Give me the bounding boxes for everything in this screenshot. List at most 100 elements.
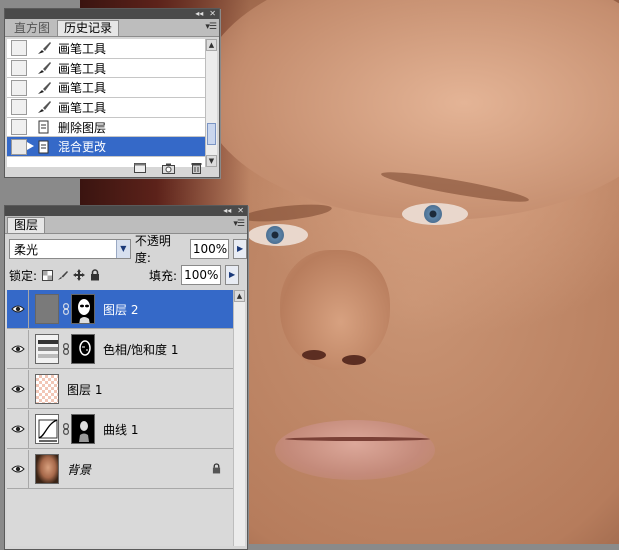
collapse-icon[interactable]: ◂◂ xyxy=(223,207,231,215)
layers-scrollbar[interactable]: ▲ xyxy=(233,290,245,546)
lock-move-icon[interactable] xyxy=(73,269,86,281)
panel-tabs: 图层 ▾☰ xyxy=(5,216,247,234)
blend-mode-value: 柔光 xyxy=(14,242,39,257)
opacity-slider-arrow-icon[interactable]: ▶ xyxy=(233,239,247,259)
history-state-item[interactable]: 画笔工具 xyxy=(7,98,207,118)
layer-mask-thumbnail[interactable] xyxy=(71,414,95,444)
history-brush-source-checkbox[interactable] xyxy=(11,99,27,116)
scroll-up-icon[interactable]: ▲ xyxy=(206,39,217,51)
history-state-label: 混合更改 xyxy=(58,140,107,155)
layers-list: 图层 2 色相/饱和度 1 图层 1 曲线 1 背景 xyxy=(7,289,233,546)
new-document-from-state-icon[interactable] xyxy=(133,162,147,174)
panel-tabs: 直方图 历史记录 ▾☰ xyxy=(5,19,219,37)
visibility-eye-icon[interactable] xyxy=(7,449,29,489)
opacity-input[interactable]: 100% xyxy=(189,239,230,259)
photo-lips xyxy=(275,420,435,480)
link-chain-icon[interactable] xyxy=(61,423,71,435)
layer-row-background[interactable]: 背景 xyxy=(7,449,233,489)
fill-label: 填充: xyxy=(149,268,178,283)
layer-name: 背景 xyxy=(67,462,92,477)
history-state-label: 删除图层 xyxy=(58,120,107,135)
hue-saturation-adjustment-icon[interactable] xyxy=(35,334,59,364)
photo-mouth-line xyxy=(285,437,430,441)
lock-brush-icon[interactable] xyxy=(57,269,69,281)
visibility-eye-icon[interactable] xyxy=(7,409,29,449)
lock-fill-row: 锁定: 填充: 100% ▶ xyxy=(9,265,240,285)
history-brush-source-checkbox[interactable] xyxy=(11,138,27,155)
scroll-up-icon[interactable]: ▲ xyxy=(234,290,245,302)
photo-nostril xyxy=(302,350,326,360)
history-state-item[interactable]: 画笔工具 xyxy=(7,39,207,59)
brush-icon xyxy=(35,40,53,56)
history-state-label: 画笔工具 xyxy=(58,100,107,115)
photo-nose xyxy=(280,250,390,370)
blend-mode-select[interactable]: 柔光 ▼ xyxy=(9,239,131,259)
lock-transparent-icon[interactable] xyxy=(41,269,53,281)
layer-name: 色相/饱和度 1 xyxy=(103,342,179,357)
layers-panel: ◂◂ ✕ 图层 ▾☰ 柔光 ▼ 不透明度: 100% ▶ 锁定: 填充: 100… xyxy=(4,205,248,550)
layer-name: 图层 2 xyxy=(103,302,139,317)
photo-nostril xyxy=(342,355,366,365)
layer-mask-thumbnail[interactable] xyxy=(71,334,95,364)
link-chain-icon[interactable] xyxy=(61,343,71,355)
brush-icon xyxy=(35,99,53,115)
layer-row[interactable]: 图层 1 xyxy=(7,369,233,409)
history-footer xyxy=(133,162,203,174)
chevron-down-icon[interactable]: ▼ xyxy=(115,240,130,258)
visibility-eye-icon[interactable] xyxy=(7,289,29,329)
visibility-eye-icon[interactable] xyxy=(7,329,29,369)
opacity-label: 不透明度: xyxy=(134,234,171,265)
blend-opacity-row: 柔光 ▼ 不透明度: 100% ▶ xyxy=(9,234,247,265)
panel-menu-icon[interactable]: ▾☰ xyxy=(205,22,217,32)
layer-row[interactable]: 色相/饱和度 1 xyxy=(7,329,233,369)
layer-row-selected[interactable]: 图层 2 xyxy=(7,289,233,329)
history-state-label: 画笔工具 xyxy=(58,81,107,96)
layer-thumbnail[interactable] xyxy=(35,454,59,484)
photo-left-eye xyxy=(248,224,308,246)
trash-icon[interactable] xyxy=(189,162,203,174)
lock-label: 锁定: xyxy=(9,268,38,283)
scroll-down-icon[interactable]: ▼ xyxy=(206,155,217,167)
history-state-label: 画笔工具 xyxy=(58,61,107,76)
history-state-item[interactable]: 删除图层 xyxy=(7,118,207,138)
history-state-item[interactable]: 画笔工具 xyxy=(7,78,207,99)
close-panel-icon[interactable]: ✕ xyxy=(209,10,216,18)
history-brush-source-checkbox[interactable] xyxy=(11,60,27,77)
photo-right-eye xyxy=(402,203,468,225)
layer-thumbnail[interactable] xyxy=(35,294,59,324)
link-chain-icon[interactable] xyxy=(61,303,71,315)
history-brush-source-checkbox[interactable] xyxy=(11,79,27,96)
visibility-eye-icon[interactable] xyxy=(7,369,29,409)
history-brush-source-checkbox[interactable] xyxy=(11,40,27,57)
history-brush-source-checkbox[interactable] xyxy=(11,119,27,136)
brush-icon xyxy=(35,80,53,96)
curves-adjustment-icon[interactable] xyxy=(35,414,59,444)
history-state-marker-icon xyxy=(27,142,34,151)
layer-mask-thumbnail[interactable] xyxy=(71,294,95,324)
history-scrollbar[interactable]: ▲ ▼ xyxy=(205,39,217,167)
history-state-item-selected[interactable]: 混合更改 xyxy=(7,137,207,158)
collapse-icon[interactable]: ◂◂ xyxy=(195,10,203,18)
fill-input[interactable]: 100% xyxy=(181,265,222,285)
panel-titlebar[interactable]: ◂◂ ✕ xyxy=(5,9,219,19)
photo-forehead xyxy=(200,0,619,220)
history-state-item[interactable]: 画笔工具 xyxy=(7,59,207,79)
photo-left-brow xyxy=(241,201,333,225)
tab-histogram[interactable]: 直方图 xyxy=(7,20,57,36)
panel-titlebar[interactable]: ◂◂ ✕ xyxy=(5,206,247,216)
history-state-label: 画笔工具 xyxy=(58,41,107,56)
layer-name: 曲线 1 xyxy=(103,422,139,437)
layer-thumbnail[interactable] xyxy=(35,374,59,404)
document-icon xyxy=(35,139,53,155)
lock-all-icon[interactable] xyxy=(89,269,101,281)
brush-icon xyxy=(35,60,53,76)
history-panel: ◂◂ ✕ 直方图 历史记录 ▾☰ 画笔工具 画笔工具 画笔工具 画笔工具 删除图… xyxy=(4,8,220,178)
new-snapshot-icon[interactable] xyxy=(161,162,175,174)
scroll-thumb[interactable] xyxy=(207,123,216,145)
tab-layers[interactable]: 图层 xyxy=(7,217,46,233)
tab-history[interactable]: 历史记录 xyxy=(57,20,120,36)
panel-menu-icon[interactable]: ▾☰ xyxy=(233,219,245,229)
close-panel-icon[interactable]: ✕ xyxy=(237,207,244,215)
layer-row[interactable]: 曲线 1 xyxy=(7,409,233,449)
fill-slider-arrow-icon[interactable]: ▶ xyxy=(225,265,240,285)
